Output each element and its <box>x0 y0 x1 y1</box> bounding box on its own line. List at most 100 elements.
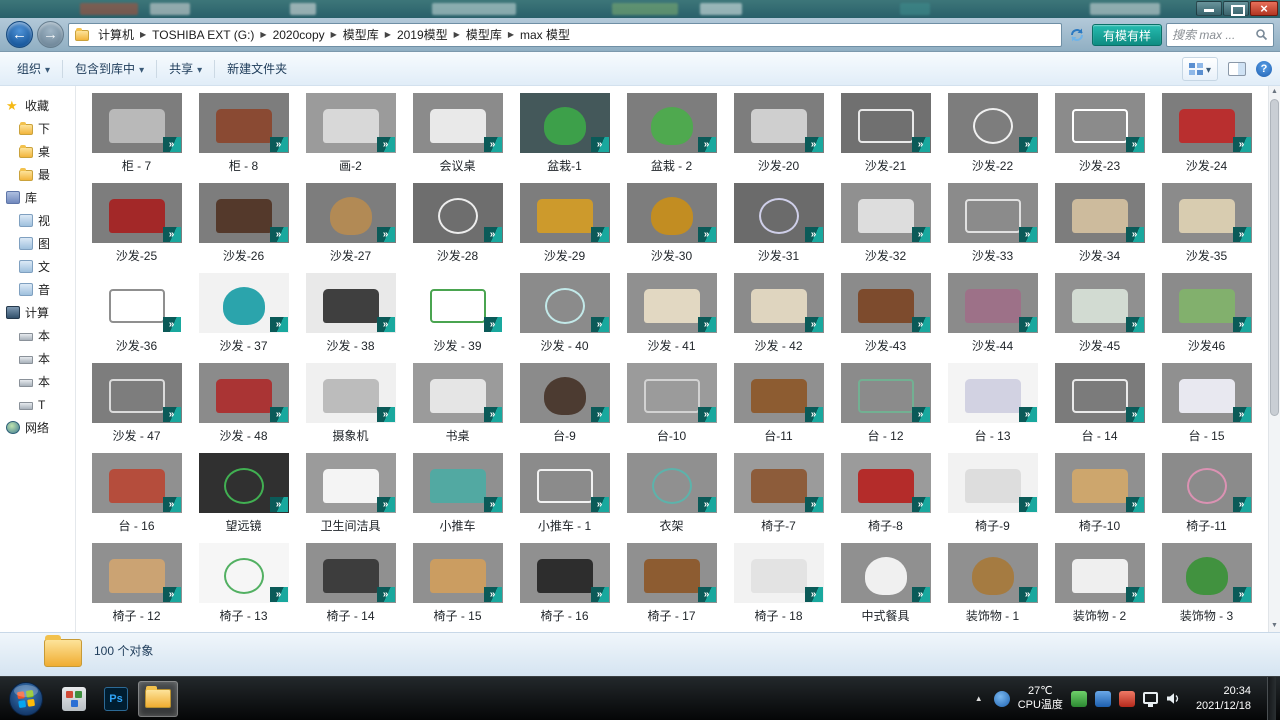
sidebar-item[interactable]: 本 <box>0 347 75 370</box>
breadcrumb-item[interactable]: max 模型 <box>515 24 575 45</box>
file-item[interactable]: 椅子 - 17 <box>618 539 725 629</box>
help-button[interactable]: ? <box>1256 60 1272 77</box>
breadcrumb-item[interactable]: 2019模型 <box>392 24 453 45</box>
file-item[interactable]: 小推车 <box>404 449 511 539</box>
file-item[interactable]: 沙发-28 <box>404 179 511 269</box>
minimize-button[interactable] <box>1196 1 1222 16</box>
file-item[interactable]: 沙发-20 <box>725 89 832 179</box>
scroll-down-icon[interactable]: ▼ <box>1269 620 1280 632</box>
file-item[interactable]: 望远镜 <box>190 449 297 539</box>
file-item[interactable]: 台 - 13 <box>939 359 1046 449</box>
tray-blue-icon[interactable] <box>1094 690 1111 707</box>
file-item[interactable]: 沙发-34 <box>1046 179 1153 269</box>
file-item[interactable]: 台-10 <box>618 359 725 449</box>
sidebar-item[interactable]: 下 <box>0 117 75 140</box>
file-item[interactable]: 台-9 <box>511 359 618 449</box>
file-item[interactable]: 椅子-8 <box>832 449 939 539</box>
sidebar-item[interactable]: 文 <box>0 255 75 278</box>
file-item[interactable]: 椅子 - 15 <box>404 539 511 629</box>
tray-green-icon[interactable] <box>1070 690 1087 707</box>
tray-red-icon[interactable] <box>1118 690 1135 707</box>
breadcrumb-item[interactable]: 2020copy <box>268 26 330 44</box>
show-desktop-button[interactable] <box>1267 677 1276 720</box>
file-item[interactable]: 沙发 - 40 <box>511 269 618 359</box>
file-item[interactable]: 沙发 - 47 <box>83 359 190 449</box>
sidebar-item[interactable]: 图 <box>0 232 75 255</box>
file-item[interactable]: 椅子 - 18 <box>725 539 832 629</box>
file-item[interactable]: 卫生间洁具 <box>297 449 404 539</box>
network-icon[interactable] <box>1142 691 1158 707</box>
file-item[interactable]: 画-2 <box>297 89 404 179</box>
sidebar-item[interactable]: T <box>0 393 75 416</box>
file-item[interactable]: 装饰物 - 1 <box>939 539 1046 629</box>
sidebar-item[interactable]: 桌 <box>0 140 75 163</box>
toolbar-button[interactable]: 新建文件夹 <box>218 55 296 82</box>
file-item[interactable]: 沙发-29 <box>511 179 618 269</box>
file-item[interactable]: 沙发 - 41 <box>618 269 725 359</box>
file-item[interactable]: 椅子 - 13 <box>190 539 297 629</box>
breadcrumb-item[interactable]: 模型库 <box>461 24 507 45</box>
file-item[interactable]: 沙发 - 48 <box>190 359 297 449</box>
sidebar-item[interactable]: 网络 <box>0 416 75 439</box>
sidebar-item[interactable]: 音 <box>0 278 75 301</box>
file-item[interactable]: 沙发-35 <box>1153 179 1260 269</box>
taskbar-app-button[interactable] <box>54 681 94 717</box>
start-button[interactable] <box>8 681 44 717</box>
file-item[interactable]: 椅子 - 16 <box>511 539 618 629</box>
sidebar-item[interactable]: 本 <box>0 324 75 347</box>
file-item[interactable]: 沙发-25 <box>83 179 190 269</box>
vertical-scrollbar[interactable]: ▲ ▼ <box>1268 86 1280 632</box>
file-item[interactable]: 会议桌 <box>404 89 511 179</box>
breadcrumb-item[interactable]: 计算机 <box>93 24 139 45</box>
file-item[interactable]: 小推车 - 1 <box>511 449 618 539</box>
file-item[interactable]: 椅子-9 <box>939 449 1046 539</box>
search-input[interactable]: 搜索 max ... <box>1166 22 1274 47</box>
sidebar-item[interactable]: 收藏 <box>0 94 75 117</box>
file-item[interactable]: 柜 - 7 <box>83 89 190 179</box>
file-item[interactable]: 沙发-31 <box>725 179 832 269</box>
file-item[interactable]: 沙发-21 <box>832 89 939 179</box>
file-item[interactable]: 中式餐具 <box>832 539 939 629</box>
change-view-button[interactable] <box>1181 56 1218 81</box>
toolbar-button[interactable]: 共享 <box>160 55 211 82</box>
file-item[interactable]: 书桌 <box>404 359 511 449</box>
sidebar-item[interactable]: 最 <box>0 163 75 186</box>
file-item[interactable]: 椅子 - 12 <box>83 539 190 629</box>
file-item[interactable]: 沙发 - 37 <box>190 269 297 359</box>
scroll-up-icon[interactable]: ▲ <box>1269 86 1280 98</box>
file-item[interactable]: 柜 - 8 <box>190 89 297 179</box>
refresh-icon[interactable] <box>1066 23 1088 47</box>
file-item[interactable]: 沙发 - 38 <box>297 269 404 359</box>
sidebar-item[interactable]: 本 <box>0 370 75 393</box>
file-item[interactable]: 沙发-26 <box>190 179 297 269</box>
file-item[interactable]: 沙发46 <box>1153 269 1260 359</box>
file-item[interactable]: 盆栽-1 <box>511 89 618 179</box>
toolbar-button[interactable]: 组织 <box>8 55 59 82</box>
preview-pane-button[interactable] <box>1228 61 1246 76</box>
address-bar[interactable]: 计算机 TOSHIBA EXT (G:) 2020copy 模型库 2019模型… <box>68 22 1062 47</box>
close-button[interactable] <box>1250 1 1278 16</box>
file-item[interactable]: 沙发-45 <box>1046 269 1153 359</box>
file-item[interactable]: 台 - 16 <box>83 449 190 539</box>
file-item[interactable]: 装饰物 - 3 <box>1153 539 1260 629</box>
file-item[interactable]: 装饰物 - 2 <box>1046 539 1153 629</box>
file-item[interactable]: 沙发-32 <box>832 179 939 269</box>
file-item[interactable]: 椅子-7 <box>725 449 832 539</box>
sidebar-item[interactable]: 视 <box>0 209 75 232</box>
sidebar-item[interactable]: 库 <box>0 186 75 209</box>
taskbar-photoshop-button[interactable]: Ps <box>96 681 136 717</box>
file-item[interactable]: 摄象机 <box>297 359 404 449</box>
file-item[interactable]: 沙发-30 <box>618 179 725 269</box>
file-item[interactable]: 台 - 14 <box>1046 359 1153 449</box>
scrollbar-thumb[interactable] <box>1270 99 1279 416</box>
file-item[interactable]: 椅子-11 <box>1153 449 1260 539</box>
tray-blue-circle-icon[interactable] <box>993 690 1010 707</box>
file-item[interactable]: 盆栽 - 2 <box>618 89 725 179</box>
sidebar-item[interactable]: 计算 <box>0 301 75 324</box>
file-item[interactable]: 台 - 12 <box>832 359 939 449</box>
file-item[interactable]: 台-11 <box>725 359 832 449</box>
forward-button[interactable] <box>37 21 64 48</box>
taskbar-clock[interactable]: 20:34 2021/12/18 <box>1188 684 1259 713</box>
breadcrumb-item[interactable]: TOSHIBA EXT (G:) <box>147 26 259 44</box>
file-item[interactable]: 椅子-10 <box>1046 449 1153 539</box>
